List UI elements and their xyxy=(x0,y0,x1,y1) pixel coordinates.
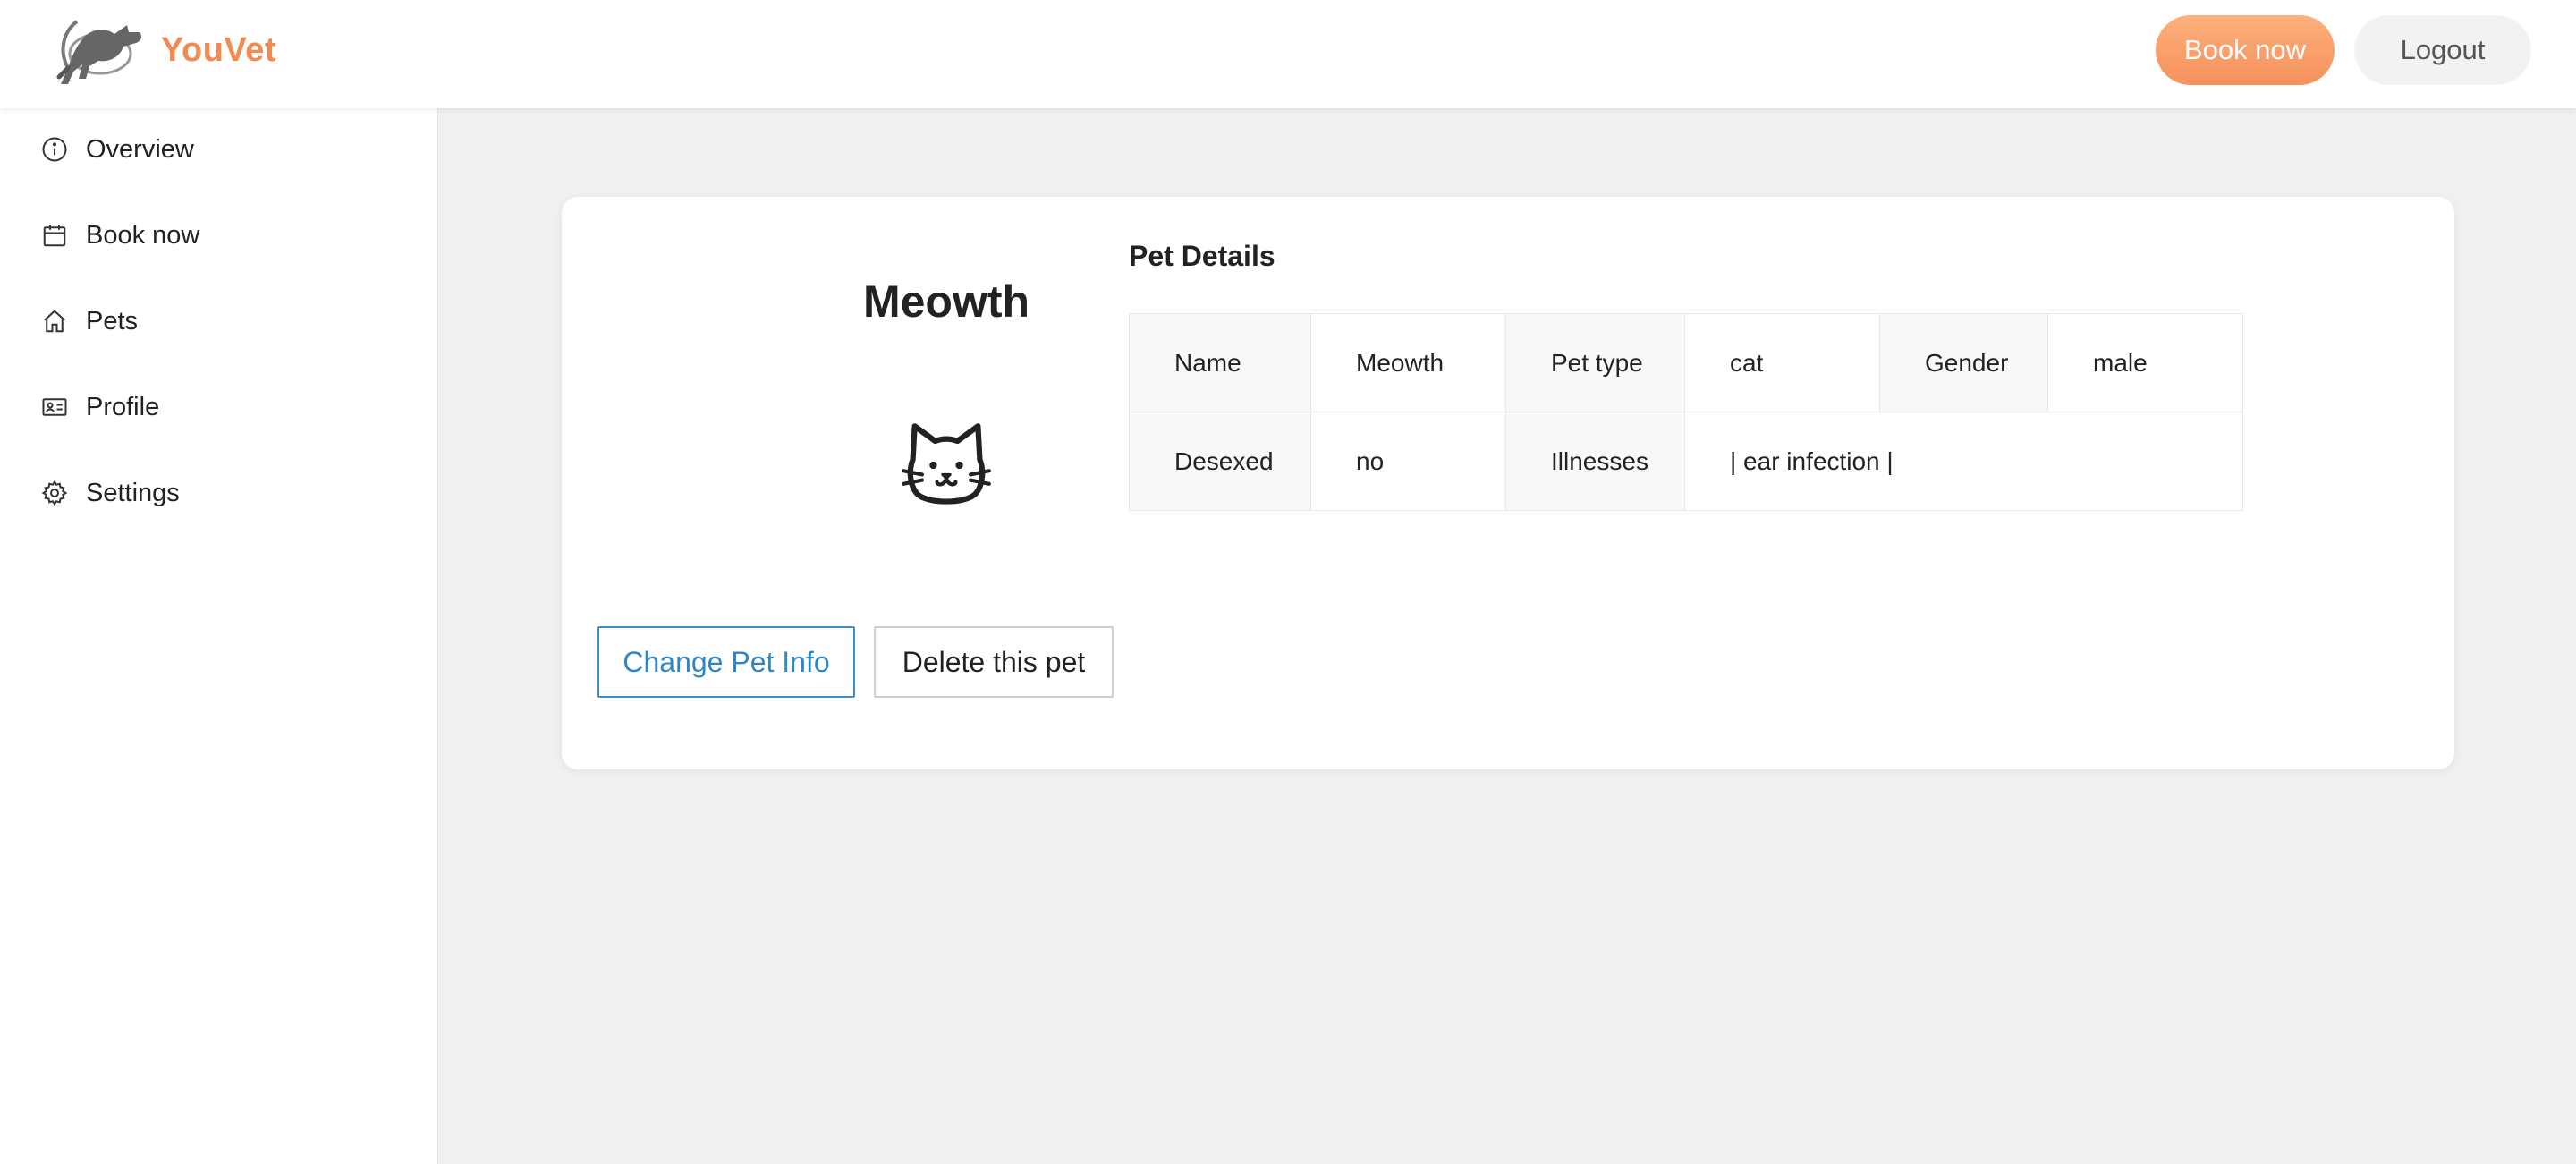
sidebar-item-profile[interactable]: Profile xyxy=(41,380,159,434)
delete-pet-button[interactable]: Delete this pet xyxy=(874,626,1114,698)
logo-text: YouVet xyxy=(161,30,276,69)
calendar-icon xyxy=(43,225,66,247)
sidebar-item-overview[interactable]: Overview xyxy=(41,123,194,176)
illnesses-value: | ear infection | xyxy=(1684,412,2243,511)
change-pet-info-button[interactable]: Change Pet Info xyxy=(597,626,855,698)
sidebar-item-label: Book now xyxy=(86,220,200,250)
sidebar-item-label: Pets xyxy=(86,306,139,336)
id-card-icon xyxy=(42,398,67,416)
book-now-button[interactable]: Book now xyxy=(2156,15,2334,85)
pet-type-label: Pet type xyxy=(1505,313,1685,412)
pet-card: Meowth Pet Details Name Meowth Pet type … xyxy=(562,197,2454,769)
illnesses-label: Illnesses xyxy=(1505,412,1685,511)
sidebar-item-label: Settings xyxy=(86,478,180,507)
logout-button[interactable]: Logout xyxy=(2354,15,2531,85)
pet-details-table: Name Meowth Pet type cat Gender male Des… xyxy=(1129,313,2243,511)
table-row: Name Meowth Pet type cat Gender male xyxy=(1129,313,2243,412)
cat-face-icon xyxy=(902,423,991,505)
logo[interactable]: YouVet xyxy=(50,13,276,88)
dog-logo-icon xyxy=(56,20,142,84)
table-row: Desexed no Illnesses | ear infection | xyxy=(1129,412,2243,511)
pet-type-value: cat xyxy=(1684,313,1880,412)
sidebar-item-book-now[interactable]: Book now xyxy=(41,208,199,262)
sidebar: Overview Book now Pets Profile Settings xyxy=(0,108,438,1164)
gender-value: male xyxy=(2047,313,2243,412)
info-circle-icon xyxy=(42,137,67,162)
sidebar-item-label: Overview xyxy=(86,134,194,164)
sidebar-item-label: Profile xyxy=(86,392,160,421)
desexed-value: no xyxy=(1310,412,1506,511)
pet-details-title: Pet Details xyxy=(1129,240,1275,272)
sidebar-item-pets[interactable]: Pets xyxy=(41,294,138,348)
pet-name-heading: Meowth xyxy=(862,276,1030,327)
top-header: YouVet Book now Logout xyxy=(0,0,2576,108)
gear-icon xyxy=(41,480,68,506)
name-label: Name xyxy=(1129,313,1311,412)
desexed-label: Desexed xyxy=(1129,412,1311,511)
sidebar-item-settings[interactable]: Settings xyxy=(41,466,180,520)
name-value: Meowth xyxy=(1310,313,1506,412)
home-icon xyxy=(44,310,65,333)
gender-label: Gender xyxy=(1879,313,2048,412)
